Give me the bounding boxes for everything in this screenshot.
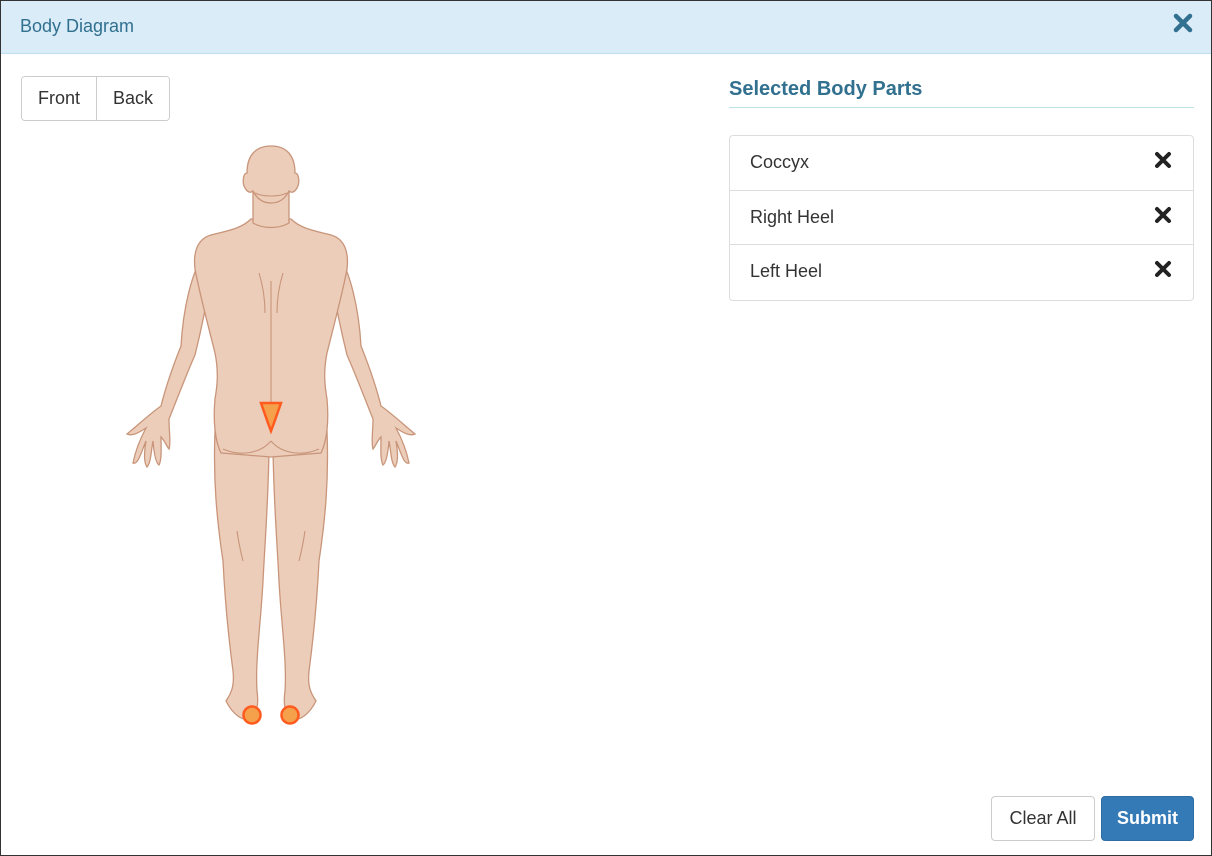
selected-parts-list: Coccyx Right Heel Left Heel <box>729 135 1194 301</box>
list-item: Coccyx <box>730 136 1193 191</box>
part-label: Left Heel <box>750 261 823 281</box>
clear-all-button[interactable]: Clear All <box>991 796 1095 841</box>
selected-parts-heading: Selected Body Parts <box>729 78 1194 108</box>
submit-button[interactable]: Submit <box>1101 796 1194 841</box>
part-label: Coccyx <box>750 152 810 172</box>
remove-icon[interactable] <box>1153 150 1173 170</box>
list-item: Right Heel <box>730 191 1193 245</box>
body-diagram-modal: Body Diagram Front Back Selected Body Pa… <box>0 0 1212 856</box>
view-toggle: Front Back <box>21 76 171 121</box>
close-icon[interactable] <box>1171 11 1195 35</box>
back-button[interactable]: Back <box>96 77 170 120</box>
modal-header: Body Diagram <box>1 1 1211 54</box>
remove-icon[interactable] <box>1153 205 1173 225</box>
right-heel-highlight <box>242 705 262 725</box>
right-leg <box>272 430 329 721</box>
front-button[interactable]: Front <box>22 77 97 120</box>
part-label: Right Heel <box>750 206 835 227</box>
modal-title: Body Diagram <box>20 16 135 36</box>
left-leg <box>213 430 270 721</box>
remove-icon[interactable] <box>1153 259 1173 279</box>
list-item: Left Heel <box>730 245 1193 300</box>
left-heel-highlight <box>280 705 300 725</box>
body-figure[interactable] <box>111 141 431 741</box>
head <box>242 145 300 204</box>
